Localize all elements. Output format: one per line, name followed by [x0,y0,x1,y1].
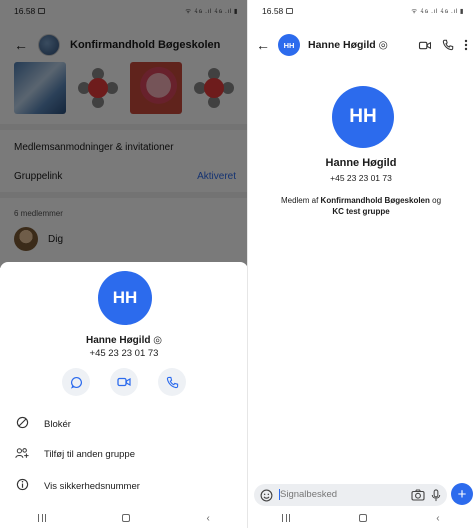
group-name: Konfirmandhold Bøgeskolen [320,196,430,205]
media-thumbnail[interactable] [188,62,240,114]
message-input[interactable]: Signalbesked [279,489,405,501]
media-thumbnail[interactable] [14,62,66,114]
member-count: 6 medlemmer [14,209,63,218]
contact-name: Hanne Høgild ◎ [86,335,162,346]
status-bar: 16.58 ᯤ 𝟺ɢ .ıl 𝟺ɢ .ıl ▮ [248,0,474,22]
group-settings-backdrop: 16.58 ᯤ 𝟺ɢ .ıl 𝟺ɢ .ıl ▮ ← Konfirmandhold… [0,0,248,268]
contact-actions [0,368,248,396]
right-screen: 16.58 ᯤ 𝟺ɢ .ıl 𝟺ɢ .ıl ▮ ← HH Hanne Høgil… [248,0,474,528]
group-link-status: Aktiveret [197,171,236,182]
home-icon[interactable] [359,514,368,522]
media-thumbnail[interactable] [130,62,182,114]
section-divider [0,192,248,198]
voice-call-icon[interactable] [442,39,454,51]
back-nav-icon[interactable]: ‹ [436,513,439,524]
chat-bubble-icon [70,376,82,389]
header-actions [418,39,468,51]
group-header: ← Konfirmandhold Bøgeskolen [0,30,248,60]
contact-avatar[interactable]: HH [98,271,152,325]
status-time: 16.58 [262,6,284,16]
info-icon [14,478,30,494]
group-link-row[interactable]: Gruppelink Aktiveret [14,171,236,182]
group-name: KC test gruppe [332,207,390,216]
verified-icon: ◎ [153,335,162,346]
add-to-group-icon [14,447,30,462]
status-icons: ᯤ 𝟺ɢ .ıl 𝟺ɢ .ıl ▮ [185,8,238,15]
home-icon[interactable] [122,514,131,522]
phone-icon [166,376,178,388]
android-nav-bar: ‹ [248,508,474,528]
group-title: Konfirmandhold Bøgeskolen [70,39,221,51]
group-avatar [38,34,60,56]
member-row[interactable]: Dig [14,227,63,251]
shared-media-gallery [14,62,240,114]
recents-icon[interactable] [282,514,291,522]
header-contact-name[interactable]: Hanne Høgild ◎ [308,39,388,51]
profile-phone: +45 23 23 01 73 [330,173,392,183]
microphone-icon[interactable] [431,488,441,502]
status-time: 16.58 [14,6,36,16]
add-to-group-label: Tilføj til anden gruppe [44,449,136,460]
message-button[interactable] [62,368,90,396]
more-options-icon[interactable] [464,39,468,51]
section-divider [0,124,248,130]
android-nav-bar: ‹ [0,508,248,528]
voice-call-button[interactable] [158,368,186,396]
block-icon [14,416,30,432]
back-arrow-icon[interactable]: ← [14,38,28,52]
camera-icon[interactable] [411,489,425,501]
video-call-button[interactable] [110,368,138,396]
gallery-notification-icon [286,8,294,14]
member-name: Dig [48,233,64,245]
gallery-notification-icon [38,8,46,14]
avatar [14,227,38,251]
safety-number-label: Vis sikkerhedsnummer [44,480,140,492]
back-arrow-icon[interactable]: ← [256,38,270,52]
block-menu-item[interactable]: Blokér [14,416,71,432]
profile-avatar[interactable]: HH [332,86,394,148]
contact-phone: +45 23 23 01 73 [89,348,159,359]
back-nav-icon[interactable]: ‹ [207,513,210,524]
left-screen: 16.58 ᯤ 𝟺ɢ .ıl 𝟺ɢ .ıl ▮ ← Konfirmandhold… [0,0,248,528]
conversation-header: ← HH Hanne Høgild ◎ [248,31,474,59]
header-avatar[interactable]: HH [278,34,300,56]
video-call-icon[interactable] [418,40,432,51]
group-membership-text: Medlem af Konfirmandhold Bøgeskolen og K… [280,196,442,216]
group-link-label: Gruppelink [14,171,63,182]
attach-plus-button[interactable]: + [451,483,473,505]
member-bottom-sheet: HH Hanne Høgild ◎ +45 23 23 01 73 Blokér [0,262,248,528]
requests-label: Medlemsanmodninger & invitationer [14,142,174,153]
status-bar: 16.58 ᯤ 𝟺ɢ .ıl 𝟺ɢ .ıl ▮ [0,0,248,22]
media-thumbnail[interactable] [72,62,124,114]
verified-icon: ◎ [378,39,388,51]
requests-row[interactable]: Medlemsanmodninger & invitationer [14,142,236,153]
safety-number-menu-item[interactable]: Vis sikkerhedsnummer [14,478,140,494]
emoji-icon[interactable] [260,489,273,502]
block-label: Blokér [44,418,71,430]
message-composer[interactable]: Signalbesked [254,484,447,506]
status-icons: ᯤ 𝟺ɢ .ıl 𝟺ɢ .ıl ▮ [411,8,464,15]
recents-icon[interactable] [38,514,47,522]
profile-name: Hanne Høgild [325,157,397,169]
add-to-group-menu-item[interactable]: Tilføj til anden gruppe [14,447,135,462]
video-icon [117,377,131,387]
